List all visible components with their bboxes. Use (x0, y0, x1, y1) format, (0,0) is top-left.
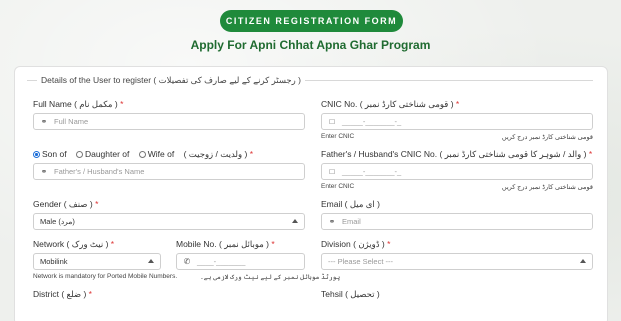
user-icon: ⚭ (40, 167, 48, 176)
dropdown-caret-icon (148, 259, 154, 263)
network-hint-urdu: پورٹڈ موبائل نمبر کے لیے نیٹ ورک لازمی ہ… (200, 274, 341, 281)
cnic-input[interactable]: □ _____-_______-_ (321, 113, 593, 130)
radio-daughter-of[interactable]: Daughter of (75, 149, 129, 159)
user-icon: ⚭ (40, 117, 48, 126)
network-hint: Network is mandatory for Ported Mobile N… (33, 273, 178, 280)
tehsil-label: Tehsil ( تحصیل ) (321, 289, 380, 299)
required-mark: * (249, 149, 254, 159)
radio-wife-of[interactable]: Wife of (138, 149, 174, 159)
father-cnic-hint-urdu: قومی شناختی کارڈ نمبر درج کریں (501, 184, 593, 191)
father-cnic-hint: Enter CNIC (321, 183, 355, 190)
gender-select[interactable]: Male (مرد) (33, 213, 305, 230)
mobile-input[interactable]: ✆ ____-_______ (176, 253, 305, 270)
relation-radio-group: Son of Daughter of Wife of ( ولدیت / زوج… (33, 149, 253, 160)
email-label: Email ( ای میل ) (321, 199, 380, 209)
radio-son-of[interactable]: Son of (33, 149, 67, 159)
fieldset-legend: Details of the User to register ( رجسٹر … (37, 75, 305, 86)
cnic-label: CNIC No. ( قومی شناختی کارڈ نمبر ) * (321, 99, 460, 109)
network-select[interactable]: Mobilink (33, 253, 161, 270)
mobile-label: Mobile No. ( موبائل نمبر ) * (176, 239, 275, 249)
card-icon: □ (329, 167, 335, 176)
radio-unchecked-icon (138, 151, 146, 158)
dropdown-caret-icon (580, 259, 586, 263)
father-cnic-input[interactable]: □ _____-_______-_ (321, 163, 593, 180)
registration-form-card: Details of the User to register ( رجسٹر … (14, 66, 608, 321)
card-icon: □ (329, 117, 335, 126)
full-name-label: Full Name ( مکمل نام ) * (33, 99, 124, 109)
cnic-hint: Enter CNIC (321, 133, 355, 140)
phone-icon: ✆ (183, 257, 191, 266)
radio-unchecked-icon (75, 151, 83, 158)
full-name-input[interactable]: ⚭ Full Name (33, 113, 305, 130)
father-name-input[interactable]: ⚭ Father's / Husband's Name (33, 163, 305, 180)
cnic-hint-urdu: قومی شناختی کارڈ نمبر درج کریں (501, 134, 593, 141)
radio-checked-icon (33, 151, 40, 158)
father-cnic-label: Father's / Husband's CNIC No. ( والد / ش… (321, 149, 593, 159)
program-subtitle: Apply For Apni Chhat Apna Ghar Program (190, 38, 431, 52)
email-input[interactable]: ⚭ Email (321, 213, 593, 230)
gender-label: Gender ( صنف ) * (33, 199, 99, 209)
dropdown-caret-icon (292, 219, 298, 223)
division-label: Division ( ڈویژن ) * (321, 239, 391, 249)
district-label: District ( ضلع ) * (33, 289, 92, 299)
user-icon: ⚭ (328, 217, 336, 226)
division-select[interactable]: --- Please Select --- (321, 253, 593, 270)
network-label: Network ( نیٹ ورک ) * (33, 239, 115, 249)
form-title-badge: CITIZEN REGISTRATION FORM (220, 10, 403, 32)
relation-urdu-label: ( ولدیت / زوجیت ) (183, 149, 248, 159)
